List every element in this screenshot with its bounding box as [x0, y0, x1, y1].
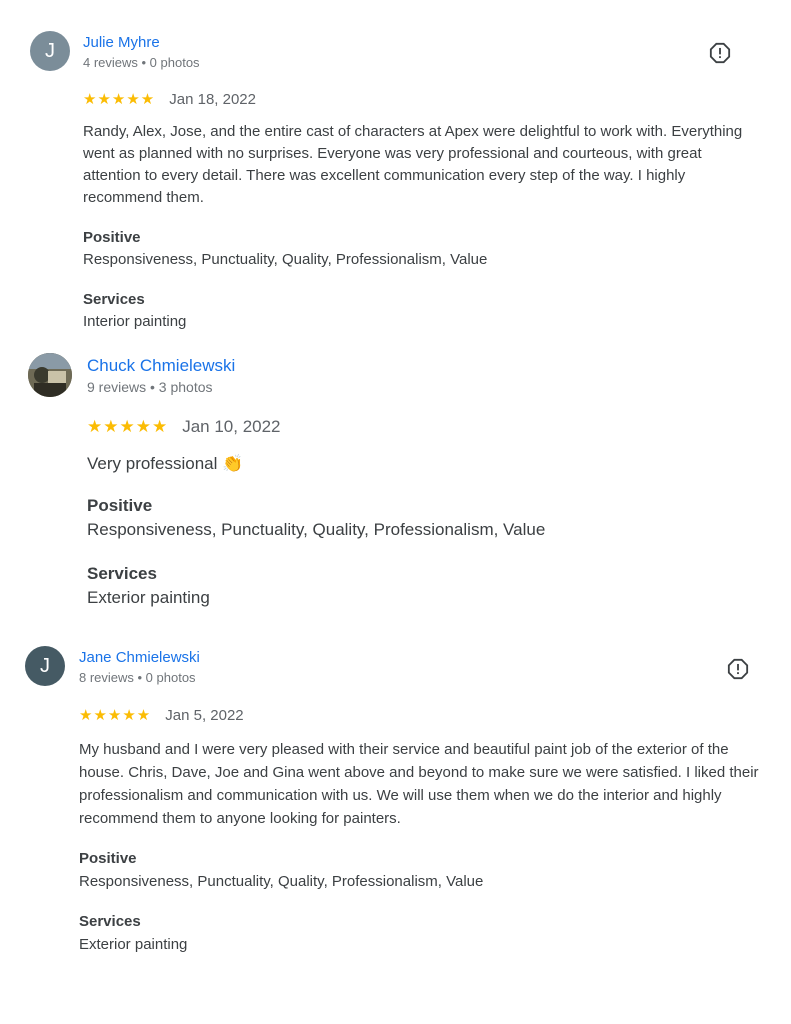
review-date: Jan 5, 2022: [165, 706, 244, 724]
avatar-letter: J: [40, 654, 50, 677]
positive-value: Responsiveness, Punctuality, Quality, Pr…: [87, 520, 546, 539]
review-text: Very professional 👏: [87, 454, 244, 473]
reviewer-name[interactable]: Julie Myhre: [83, 34, 160, 51]
reviewer-name[interactable]: Jane Chmielewski: [79, 649, 200, 666]
services-value: Interior painting: [83, 313, 187, 330]
positive-value: Responsiveness, Punctuality, Quality, Pr…: [79, 873, 484, 890]
rating-row: ★★★★★ Jan 10, 2022: [87, 416, 281, 438]
positive-label: Positive: [87, 496, 153, 515]
star-rating: ★★★★★: [79, 707, 152, 724]
positive-value: Responsiveness, Punctuality, Quality, Pr…: [83, 251, 488, 268]
reviewer-meta: 8 reviews • 0 photos: [79, 670, 196, 685]
report-flag-icon[interactable]: [709, 42, 731, 64]
review-date: Jan 10, 2022: [182, 417, 281, 436]
avatar[interactable]: J: [25, 646, 65, 686]
services-label: Services: [87, 564, 157, 583]
services-label: Services: [83, 291, 145, 308]
avatar[interactable]: [28, 353, 72, 397]
avatar-letter: J: [45, 39, 55, 62]
positive-label: Positive: [83, 229, 141, 246]
report-flag-icon[interactable]: [727, 658, 749, 680]
reviewer-meta: 9 reviews • 3 photos: [87, 379, 213, 395]
rating-row: ★★★★★ Jan 5, 2022: [79, 705, 244, 725]
services-value: Exterior painting: [87, 588, 210, 607]
review-text: My husband and I were very pleased with …: [79, 741, 759, 827]
avatar[interactable]: J: [30, 31, 70, 71]
star-rating: ★★★★★: [83, 91, 156, 108]
services-label: Services: [79, 913, 141, 930]
review-date: Jan 18, 2022: [169, 90, 256, 108]
reviewer-meta: 4 reviews • 0 photos: [83, 55, 200, 70]
positive-label: Positive: [79, 850, 137, 867]
reviewer-name[interactable]: Chuck Chmielewski: [87, 356, 235, 376]
review-text: Randy, Alex, Jose, and the entire cast o…: [83, 123, 743, 206]
star-rating: ★★★★★: [87, 417, 169, 436]
services-value: Exterior painting: [79, 936, 188, 953]
avatar-photo: [28, 353, 72, 397]
rating-row: ★★★★★ Jan 18, 2022: [83, 89, 256, 109]
